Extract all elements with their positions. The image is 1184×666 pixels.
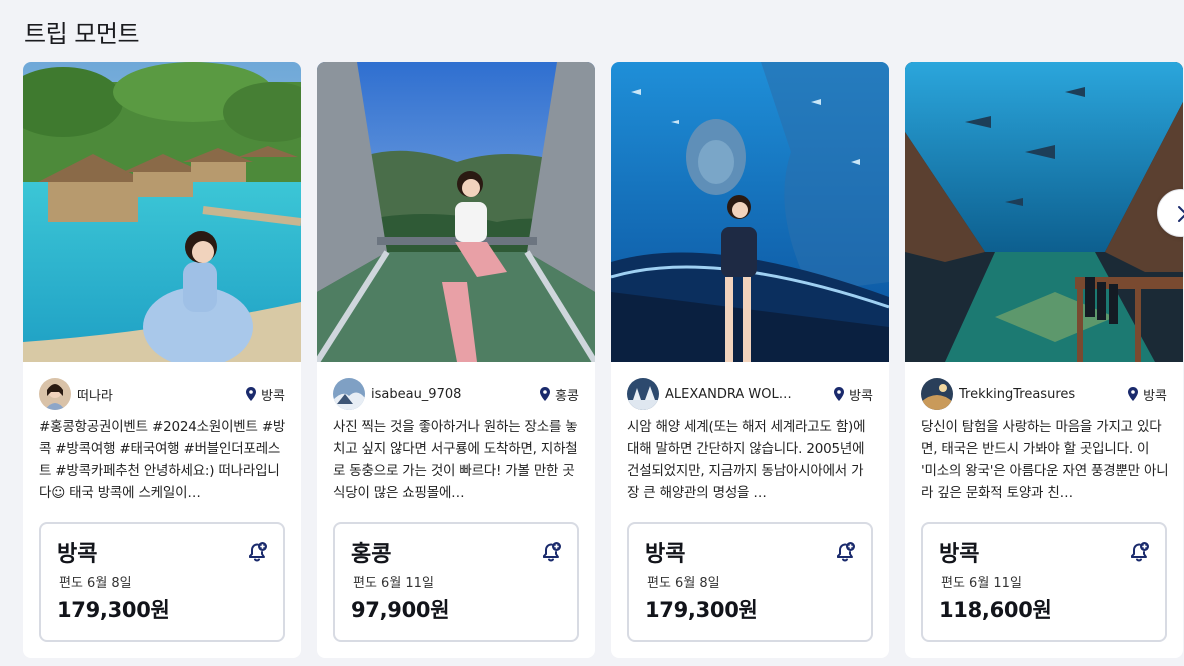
location-label: 방콕	[1143, 388, 1167, 404]
location: 방콕	[246, 385, 285, 404]
author-row: isabeau_9708 홍콩	[333, 378, 579, 410]
author-row: TrekkingTreasures 방콕	[921, 378, 1167, 410]
bell-plus-icon[interactable]	[833, 540, 857, 564]
bell-plus-icon[interactable]	[539, 540, 563, 564]
price-box[interactable]: 홍콩 편도 6월 11일 97,900원	[333, 522, 579, 642]
location: 방콕	[834, 385, 873, 404]
avatar[interactable]	[39, 378, 71, 410]
trip-moment-card[interactable]: TrekkingTreasures 방콕 당신이 탐험을 사랑하는 마음을 가지…	[905, 62, 1183, 658]
author-name[interactable]: ALEXANDRA WOL…	[665, 387, 792, 402]
card-photo[interactable]	[905, 62, 1183, 362]
map-pin-icon	[540, 387, 551, 401]
price-amount: 179,300원	[57, 598, 170, 622]
price-amount: 97,900원	[351, 598, 450, 622]
location-label: 방콕	[261, 388, 285, 404]
price-box[interactable]: 방콕 편도 6월 11일 118,600원	[921, 522, 1167, 642]
map-pin-icon	[834, 387, 845, 401]
price-box[interactable]: 방콕 편도 6월 8일 179,300원	[39, 522, 285, 642]
price-date: 편도 6월 8일	[59, 576, 132, 591]
author-name[interactable]: isabeau_9708	[371, 387, 461, 402]
trip-moment-card[interactable]: isabeau_9708 홍콩 사진 찍는 것을 좋아하거나 원하는 장소를 놓…	[317, 62, 595, 658]
chevron-right-icon	[1178, 206, 1184, 222]
card-photo[interactable]	[611, 62, 889, 362]
location: 홍콩	[540, 385, 579, 404]
trip-moment-card[interactable]: 떠나라 방콕 #홍콩항공권이벤트 #2024소원이벤트 #방콕 #방콕여행 #태…	[23, 62, 301, 658]
card-description[interactable]: 당신이 탐험을 사랑하는 마음을 가지고 있다면, 태국은 반드시 가봐야 할 …	[921, 416, 1169, 504]
author-row: ALEXANDRA WOL… 방콕	[627, 378, 873, 410]
card-description[interactable]: 사진 찍는 것을 좋아하거나 원하는 장소를 놓치고 싶지 않다면 서구룡에 도…	[333, 416, 581, 504]
location: 방콕	[1128, 385, 1167, 404]
price-amount: 179,300원	[645, 598, 758, 622]
card-description[interactable]: #홍콩항공권이벤트 #2024소원이벤트 #방콕 #방콕여행 #태국여행 #버블…	[39, 416, 287, 504]
author-name[interactable]: TrekkingTreasures	[959, 387, 1075, 402]
map-pin-icon	[246, 387, 257, 401]
map-pin-icon	[1128, 387, 1139, 401]
author-name[interactable]: 떠나라	[77, 385, 113, 404]
avatar[interactable]	[333, 378, 365, 410]
price-date: 편도 6월 11일	[353, 576, 434, 591]
trip-moment-card[interactable]: ALEXANDRA WOL… 방콕 시암 해양 세계(또는 해저 세계라고도 함…	[611, 62, 889, 658]
location-label: 방콕	[849, 388, 873, 404]
card-photo[interactable]	[23, 62, 301, 362]
author-row: 떠나라 방콕	[39, 378, 285, 410]
price-box[interactable]: 방콕 편도 6월 8일 179,300원	[627, 522, 873, 642]
card-description[interactable]: 시암 해양 세계(또는 해저 세계라고도 함)에 대해 말하면 간단하지 않습니…	[627, 416, 875, 504]
price-city: 홍콩	[351, 542, 392, 567]
price-city: 방콕	[939, 542, 980, 567]
bell-plus-icon[interactable]	[1127, 540, 1151, 564]
price-city: 방콕	[645, 542, 686, 567]
location-label: 홍콩	[555, 388, 579, 404]
avatar[interactable]	[627, 378, 659, 410]
price-amount: 118,600원	[939, 598, 1052, 622]
price-date: 편도 6월 8일	[647, 576, 720, 591]
avatar[interactable]	[921, 378, 953, 410]
bell-plus-icon[interactable]	[245, 540, 269, 564]
section-title: 트립 모먼트	[24, 20, 140, 48]
price-city: 방콕	[57, 542, 98, 567]
price-date: 편도 6월 11일	[941, 576, 1022, 591]
card-photo[interactable]	[317, 62, 595, 362]
